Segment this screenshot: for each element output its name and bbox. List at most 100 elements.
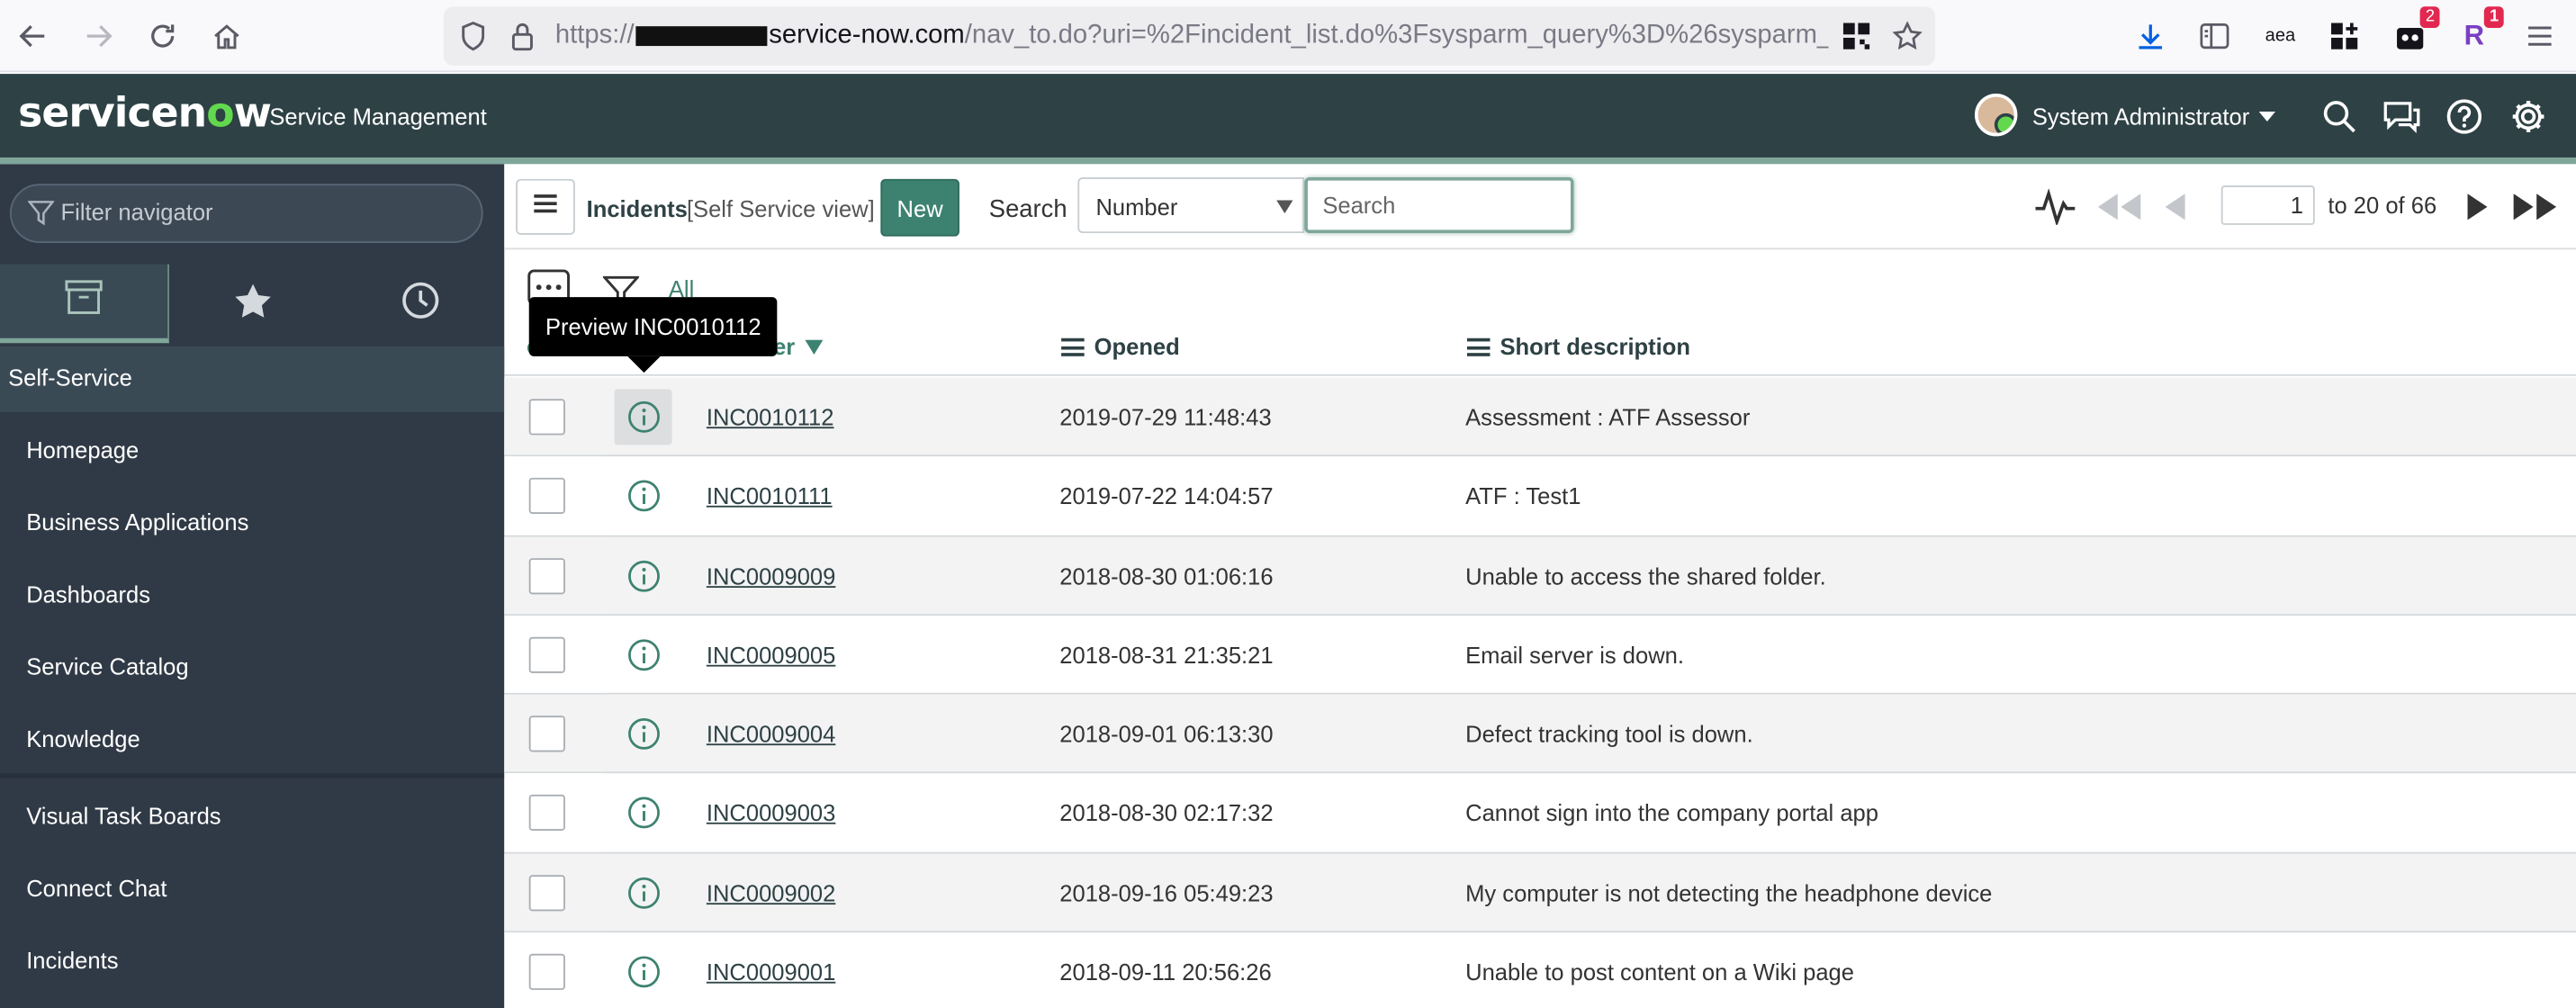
home-icon[interactable] <box>207 16 247 56</box>
r-extension-icon[interactable]: R 1 <box>2454 6 2504 56</box>
opened-cell: 2018-08-30 02:17:32 <box>1059 800 1274 827</box>
next-page-icon[interactable] <box>2466 187 2490 227</box>
opened-cell: 2018-09-01 06:13:30 <box>1059 721 1274 748</box>
extension-icon[interactable]: 2 <box>2391 6 2440 56</box>
info-icon[interactable] <box>615 548 672 604</box>
short-description-cell: Assessment : ATF Assessor <box>1465 403 1751 430</box>
nav-section-self-service[interactable]: Self-Service <box>0 346 505 412</box>
nav-item-incidents[interactable]: Incidents <box>0 922 504 994</box>
chat-icon[interactable] <box>2382 97 2422 137</box>
table-row: INC0009003 2018-08-30 02:17:32 Cannot si… <box>504 774 2576 854</box>
back-icon[interactable] <box>14 16 53 56</box>
table-row: INC0010112 2019-07-29 11:48:43 Assessmen… <box>504 377 2576 457</box>
activity-stream-icon[interactable] <box>2034 187 2076 227</box>
row-checkbox[interactable] <box>528 716 565 752</box>
incident-rows: INC0010112 2019-07-29 11:48:43 Assessmen… <box>504 377 2576 1008</box>
incident-number-link[interactable]: INC0009003 <box>707 800 836 826</box>
tab-history[interactable] <box>337 265 504 344</box>
help-icon[interactable] <box>2445 97 2484 137</box>
row-checkbox[interactable] <box>528 399 565 436</box>
table-row: INC0009005 2018-08-31 21:35:21 Email ser… <box>504 615 2576 695</box>
incident-number-link[interactable]: INC0009005 <box>707 642 836 668</box>
column-menu-icon[interactable] <box>1061 337 1085 356</box>
column-menu-icon[interactable] <box>1466 337 1491 356</box>
nav-item-visual-task-boards[interactable]: Visual Task Boards <box>0 773 505 850</box>
info-icon[interactable] <box>615 468 672 524</box>
list-header: Incidents [Self Service view] New Search… <box>504 164 2576 250</box>
incident-number-link[interactable]: INC0009001 <box>707 958 836 985</box>
previous-page-icon[interactable] <box>2164 187 2187 227</box>
info-icon[interactable] <box>615 786 672 842</box>
info-icon[interactable] <box>615 706 672 762</box>
short-description-cell: My computer is not detecting the headpho… <box>1465 879 1993 906</box>
row-checkbox[interactable] <box>528 557 565 594</box>
aea-extension-icon[interactable]: aea <box>2261 16 2301 56</box>
user-menu-caret-icon[interactable] <box>2247 97 2287 137</box>
nav-item-service-catalog[interactable]: Service Catalog <box>0 629 504 701</box>
list-context-menu-button[interactable] <box>516 178 575 235</box>
chevron-down-icon <box>1276 200 1293 214</box>
nav-item-business-applications[interactable]: Business Applications <box>0 484 504 556</box>
table-row: INC0009004 2018-09-01 06:13:30 Defect tr… <box>504 694 2576 775</box>
info-icon[interactable] <box>615 865 672 921</box>
info-icon[interactable] <box>614 389 672 446</box>
info-icon[interactable] <box>615 627 672 683</box>
filter-navigator-input[interactable] <box>60 198 455 225</box>
list-tools-row: All <box>504 251 2576 325</box>
hamburger-icon <box>534 192 557 221</box>
row-checkbox[interactable] <box>528 636 565 673</box>
table-row: INC0009001 2018-09-11 20:56:26 Unable to… <box>504 932 2576 1008</box>
browser-menu-icon[interactable] <box>2520 16 2560 56</box>
row-checkbox[interactable] <box>528 874 565 911</box>
url-bar[interactable]: https://service-now.com/nav_to.do?uri=%2… <box>443 6 1936 66</box>
servicenow-logo[interactable]: servicenow <box>18 89 272 137</box>
user-name[interactable]: System Administrator <box>2032 104 2249 130</box>
nav-item-connect-chat[interactable]: Connect Chat <box>0 850 504 922</box>
opened-cell: 2019-07-29 11:48:43 <box>1059 403 1272 430</box>
column-headers: Number Opened Short description <box>504 320 2576 376</box>
incident-number-link[interactable]: INC0010112 <box>707 404 834 430</box>
row-checkbox[interactable] <box>528 795 565 832</box>
search-icon[interactable] <box>2319 97 2359 137</box>
page-number-input[interactable]: 1 <box>2220 185 2315 225</box>
incident-number-link[interactable]: INC0009009 <box>707 562 836 589</box>
search-field-select[interactable]: Number <box>1077 177 1305 234</box>
gear-icon[interactable] <box>2508 97 2548 137</box>
new-button[interactable]: New <box>880 178 959 237</box>
incident-number-link[interactable]: INC0010111 <box>707 483 833 509</box>
filter-icon <box>27 201 56 235</box>
row-checkbox[interactable] <box>528 478 565 515</box>
apps-extension-icon[interactable] <box>2325 16 2364 56</box>
incident-number-link[interactable]: INC0009002 <box>707 879 836 905</box>
lock-icon[interactable] <box>503 16 543 56</box>
first-page-icon[interactable] <box>2096 187 2142 227</box>
avatar[interactable] <box>1974 93 2018 137</box>
column-header-short-description[interactable]: Short description <box>1466 333 1690 359</box>
downloads-icon[interactable] <box>2130 16 2170 56</box>
qr-code-icon[interactable] <box>1837 16 1877 56</box>
column-header-opened[interactable]: Opened <box>1061 333 1180 359</box>
tab-all-applications[interactable] <box>0 264 170 344</box>
notification-badge: 1 <box>2484 6 2504 29</box>
archive-icon <box>64 279 104 323</box>
list-content: Incidents [Self Service view] New Search… <box>504 164 2576 1008</box>
forward-icon[interactable] <box>79 16 119 56</box>
nav-item-homepage[interactable]: Homepage <box>0 412 504 484</box>
list-title[interactable]: Incidents <box>587 195 688 221</box>
search-input[interactable] <box>1307 180 1571 230</box>
nav-item-knowledge[interactable]: Knowledge <box>0 701 504 773</box>
shield-icon[interactable] <box>454 16 493 56</box>
tab-favorites[interactable] <box>169 265 337 344</box>
filter-navigator <box>9 184 483 243</box>
incident-number-link[interactable]: INC0009004 <box>707 721 836 747</box>
short-description-cell: Defect tracking tool is down. <box>1465 721 1753 748</box>
nav-item-dashboards[interactable]: Dashboards <box>0 556 504 628</box>
star-icon <box>233 282 273 326</box>
column-opened-label: Opened <box>1094 333 1180 360</box>
last-page-icon[interactable] <box>2512 187 2558 227</box>
row-checkbox[interactable] <box>528 953 565 991</box>
info-icon[interactable] <box>615 944 672 1000</box>
reload-icon[interactable] <box>143 16 183 56</box>
bookmark-star-icon[interactable] <box>1887 16 1927 56</box>
reader-view-icon[interactable] <box>2195 16 2235 56</box>
